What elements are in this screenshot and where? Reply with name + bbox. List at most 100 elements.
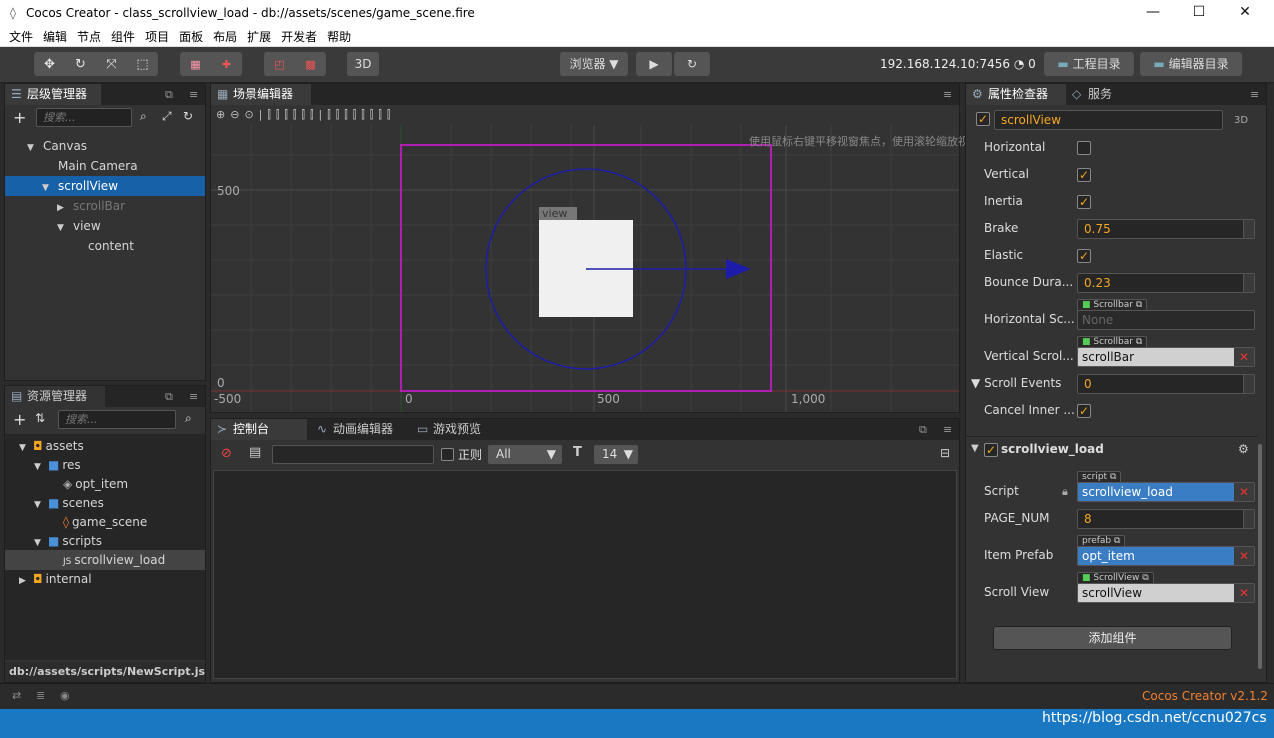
clear-field-icon[interactable]: ✕ (1234, 483, 1254, 501)
play-button[interactable]: ▶ (636, 52, 672, 76)
asset-item[interactable]: ◊ game_scene (5, 512, 205, 532)
menu-project[interactable]: 项目 (140, 28, 174, 45)
asset-item[interactable]: ▼ ■ scripts (5, 531, 205, 551)
collapse-arrow-icon[interactable]: ▼ (971, 443, 979, 454)
clear-field-icon[interactable]: ✕ (1234, 348, 1254, 366)
sync-icon[interactable]: ⇄ (12, 689, 21, 702)
menu-developer[interactable]: 开发者 (276, 28, 322, 45)
menu-node[interactable]: 节点 (72, 28, 106, 45)
tab-hierarchy[interactable]: ☰ 层级管理器 (5, 84, 101, 105)
node-name-input[interactable]: scrollView (994, 110, 1223, 130)
clear-field-icon[interactable]: ✕ (1234, 547, 1254, 565)
browser-select[interactable]: 浏览器 ▼ (560, 52, 628, 76)
cancel-inner-checkbox[interactable]: ✓ (1077, 404, 1091, 418)
elastic-checkbox[interactable]: ✓ (1077, 249, 1091, 263)
search-icon[interactable]: ⌕ (185, 411, 192, 426)
popout-icon[interactable]: ⧉ (919, 419, 927, 440)
brake-input[interactable]: 0.75 (1077, 219, 1255, 239)
component-enabled-checkbox[interactable]: ✓ (984, 443, 998, 457)
collapse-arrow-icon[interactable]: ▼ (27, 138, 37, 158)
collapse-arrow-icon[interactable]: ▼ (42, 178, 52, 198)
panel-menu-icon[interactable]: ≡ (1250, 84, 1259, 105)
tab-game-preview[interactable]: ▭ 游戏预览 (411, 419, 501, 440)
scene-canvas[interactable] (211, 125, 959, 412)
eye-icon[interactable]: ◉ (60, 689, 70, 702)
tree-node[interactable]: ▼ view (5, 216, 205, 236)
project-dir-button[interactable]: ▬ 工程目录 (1044, 52, 1134, 76)
collapse-icon[interactable]: ⊟ (940, 446, 950, 460)
inertia-checkbox[interactable]: ✓ (1077, 195, 1091, 209)
tree-node[interactable]: Main Camera (5, 156, 205, 176)
regex-checkbox[interactable] (441, 448, 454, 461)
distribute-icon[interactable]: |⫿⫿⫿⫿⫿⫿⫿⫿ (319, 108, 396, 121)
font-size-select[interactable]: 14 ▼ (594, 445, 638, 464)
tree-node[interactable]: ▼ scrollView (5, 176, 205, 196)
asset-item[interactable]: ▶ ◘ internal (5, 569, 205, 589)
align-top-icon[interactable]: ⫿⫿⫿⫿⫿⫿ (267, 108, 318, 121)
inspector-scrollbar[interactable] (1258, 444, 1262, 669)
expand-arrow-icon[interactable]: ▼ (971, 376, 980, 390)
menu-edit[interactable]: 编辑 (38, 28, 72, 45)
clear-field-icon[interactable]: ✕ (1234, 584, 1254, 602)
menu-extension[interactable]: 扩展 (242, 28, 276, 45)
maximize-icon[interactable]: ☐ (1176, 0, 1222, 26)
minimize-icon[interactable]: — (1130, 0, 1176, 26)
scroll-events-count[interactable]: 0 (1077, 374, 1255, 394)
horizontal-scrollbar-field[interactable]: None (1077, 310, 1255, 330)
expand-icon[interactable]: ⤢ (162, 109, 172, 124)
pivot-icon[interactable]: ▦ (180, 58, 211, 71)
expand-arrow-icon[interactable]: ▶ (19, 571, 29, 591)
asset-item[interactable]: ◈ opt_item (5, 474, 205, 494)
log-file-icon[interactable]: ▤ (249, 445, 261, 460)
console-filter-input[interactable] (272, 445, 434, 464)
page-num-input[interactable]: 8 (1077, 509, 1255, 529)
asset-item[interactable]: ▼ ■ res (5, 455, 205, 475)
vertical-scrollbar-field[interactable]: scrollBar ✕ (1077, 347, 1255, 367)
refresh-button[interactable]: ↻ (674, 52, 710, 76)
console-log-area[interactable] (213, 470, 957, 679)
asset-item[interactable]: ▼ ■ scenes (5, 493, 205, 513)
rect-tool-icon[interactable]: ⬚ (127, 57, 158, 72)
item-prefab-field[interactable]: opt_item ✕ (1077, 546, 1255, 566)
add-node-icon[interactable]: + (13, 108, 26, 127)
tab-scene-editor[interactable]: ▦ 场景编辑器 (211, 84, 311, 105)
popout-icon[interactable]: ⧉ (165, 386, 173, 407)
menu-panel[interactable]: 面板 (174, 28, 208, 45)
bounce-duration-input[interactable]: 0.23 (1077, 273, 1255, 293)
script-field[interactable]: scrollview_load ✕ (1077, 482, 1255, 502)
menu-layout[interactable]: 布局 (208, 28, 242, 45)
rotate-tool-icon[interactable]: ↻ (65, 57, 96, 72)
component-header[interactable]: ▼ ✓ scrollview_load ⚙ (966, 436, 1258, 462)
node-3d-toggle[interactable]: 3D (1234, 115, 1248, 126)
refresh-icon[interactable]: ↻ (183, 109, 193, 123)
add-asset-icon[interactable]: + (13, 410, 26, 429)
clear-icon[interactable]: ⊘ (221, 446, 232, 461)
hierarchy-search-input[interactable]: 搜索... (36, 108, 132, 127)
panel-menu-icon[interactable]: ≡ (943, 84, 952, 105)
tree-node[interactable]: content (5, 236, 205, 256)
database-icon[interactable]: ≣ (36, 689, 45, 702)
mode-3d-button[interactable]: 3D (347, 52, 379, 76)
sort-icon[interactable]: ⇅ (35, 411, 45, 425)
node-active-checkbox[interactable]: ✓ (976, 112, 990, 126)
move-tool-icon[interactable]: ✥ (34, 57, 65, 72)
horizontal-checkbox[interactable]: ✓ (1077, 141, 1091, 155)
tab-services[interactable]: ◇ 服务 (1066, 84, 1162, 105)
vertical-checkbox[interactable]: ✓ (1077, 168, 1091, 182)
collapse-arrow-icon[interactable]: ▼ (57, 218, 67, 238)
panel-menu-icon[interactable]: ≡ (189, 84, 198, 105)
scroll-view-field[interactable]: scrollView ✕ (1077, 583, 1255, 603)
zoom-out-icon[interactable]: ⊖ (230, 108, 244, 121)
panel-menu-icon[interactable]: ≡ (189, 386, 198, 407)
tree-node[interactable]: ▼ Canvas (5, 136, 205, 156)
component-gear-icon[interactable]: ⚙ (1238, 442, 1249, 456)
tab-assets[interactable]: ▤ 资源管理器 (5, 386, 105, 407)
close-icon[interactable]: ✕ (1222, 0, 1268, 26)
tab-animation[interactable]: ∿ 动画编辑器 (311, 419, 411, 440)
tree-node[interactable]: ▶ scrollBar (5, 196, 205, 216)
center-icon[interactable]: ✚ (211, 58, 242, 71)
log-level-select[interactable]: All ▼ (488, 445, 562, 464)
assets-search-input[interactable]: 搜索... (58, 410, 176, 429)
editor-dir-button[interactable]: ▬ 编辑器目录 (1140, 52, 1242, 76)
tab-inspector[interactable]: ⚙ 属性检查器 (966, 84, 1066, 105)
